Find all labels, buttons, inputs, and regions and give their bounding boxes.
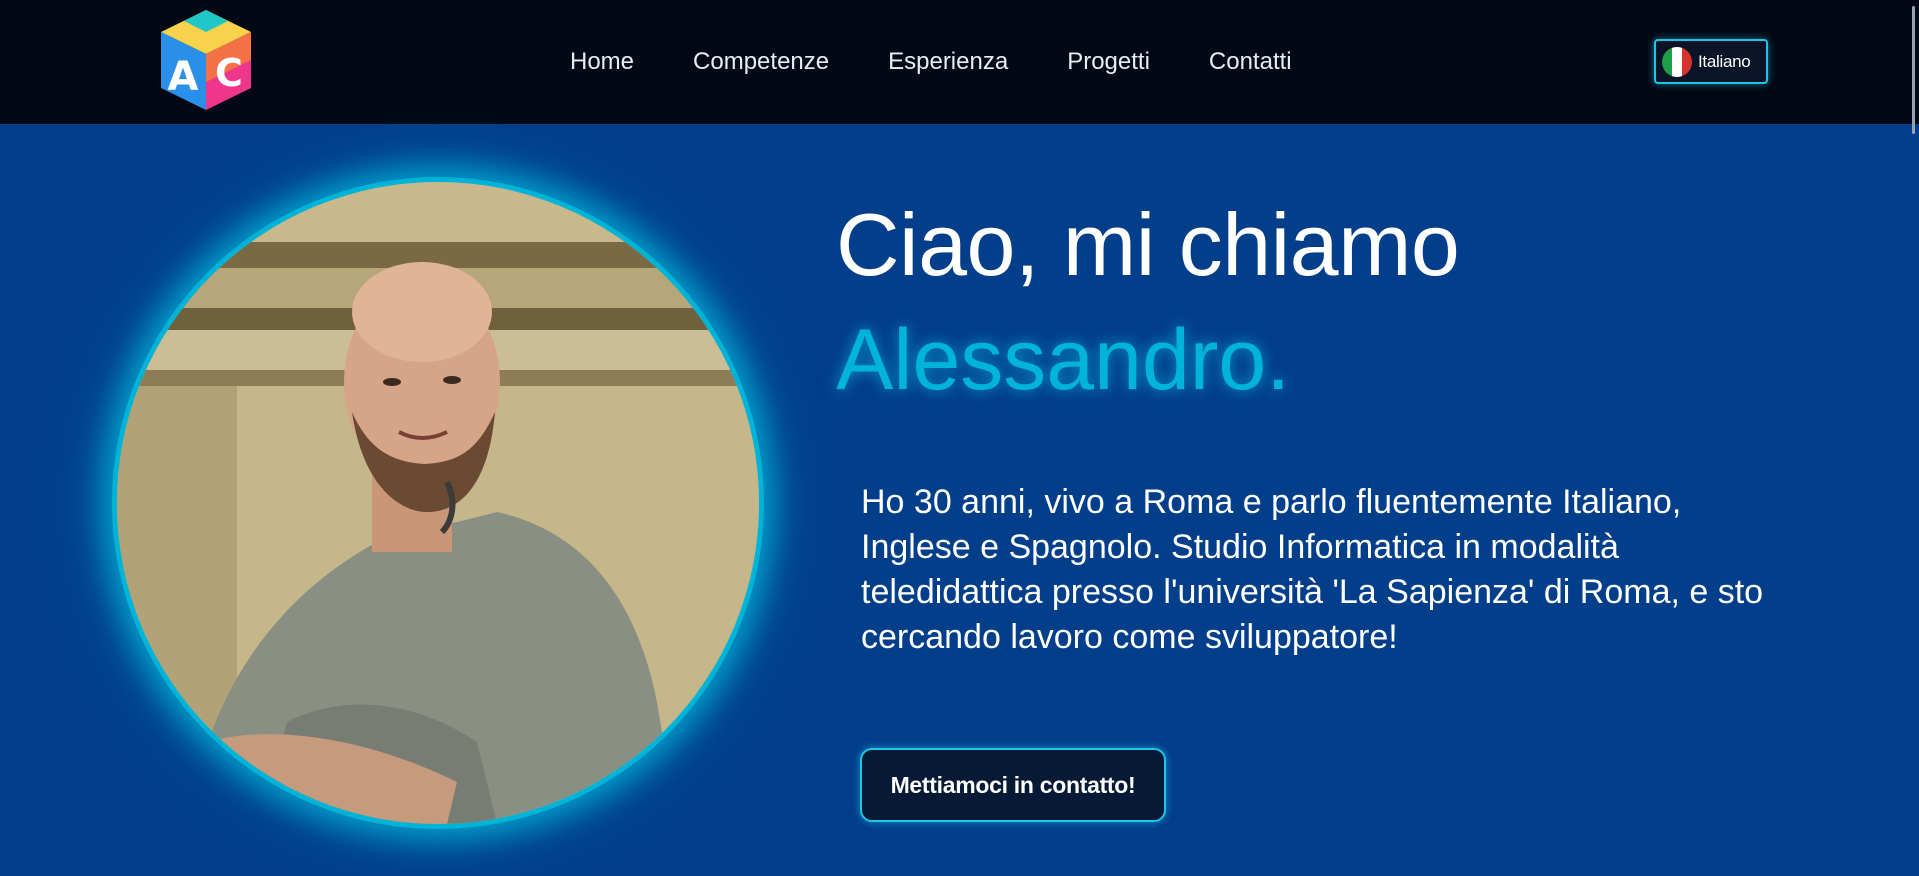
language-selector-button[interactable]: Italiano <box>1654 39 1768 84</box>
svg-text:A: A <box>168 54 199 100</box>
nav-link-contatti[interactable]: Contatti <box>1209 46 1292 78</box>
nav-link-home[interactable]: Home <box>570 46 634 78</box>
nav-link-competenze[interactable]: Competenze <box>693 46 829 78</box>
greeting-heading: Ciao, mi chiamo <box>836 195 1460 294</box>
contact-cta-button[interactable]: Mettiamoci in contatto! <box>860 748 1166 822</box>
top-navbar: A C Home Competenze Esperienza Progetti … <box>0 0 1919 124</box>
profile-photo-frame <box>112 177 764 829</box>
nav-link-esperienza[interactable]: Esperienza <box>888 46 1008 78</box>
bio-text: Ho 30 anni, vivo a Roma e parlo fluentem… <box>861 483 1764 656</box>
nav-link-progetti[interactable]: Progetti <box>1067 46 1150 78</box>
profile-photo <box>117 182 759 824</box>
svg-text:C: C <box>215 51 243 95</box>
italy-flag-icon <box>1662 46 1692 77</box>
main-nav: Home Competenze Esperienza Progetti Cont… <box>570 46 1351 78</box>
page-scrollbar[interactable] <box>1912 6 1915 134</box>
language-label: Italiano <box>1698 51 1751 71</box>
logo-cube-icon[interactable]: A C <box>155 6 257 114</box>
name-heading: Alessandro. <box>836 312 1291 408</box>
